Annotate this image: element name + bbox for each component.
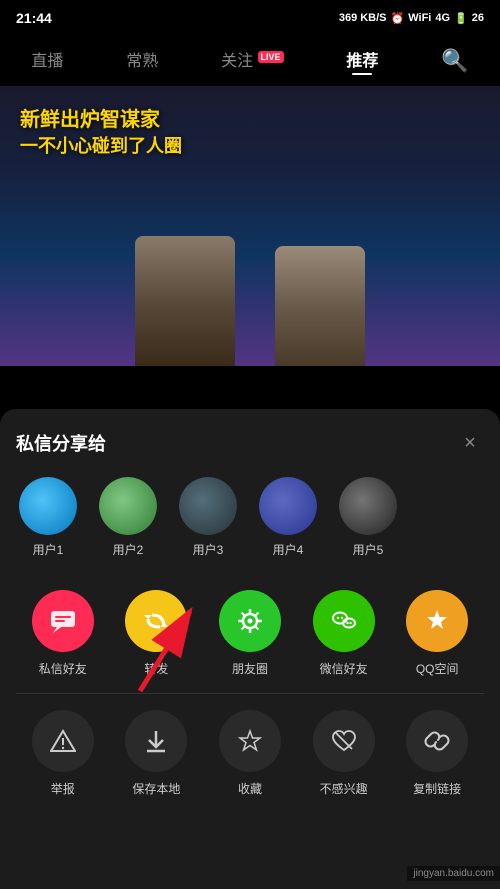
video-title: 新鲜出炉智谋家 一不小心碰到了人圈	[20, 106, 182, 159]
divider	[16, 693, 484, 694]
share-wechat[interactable]: 微信好友	[313, 590, 375, 677]
signal-icon: 4G	[435, 12, 450, 24]
friend-avatar-4	[259, 477, 317, 535]
video-persons	[0, 236, 500, 366]
nav-bar: 直播 常熟 关注 LIVE 推荐 🔍	[0, 36, 500, 86]
qq-space-label: QQ空间	[416, 660, 459, 677]
sheet-header: 私信分享给 ×	[16, 429, 484, 457]
report-label: 举报	[51, 780, 75, 797]
nav-item-recommend[interactable]: 推荐	[346, 47, 378, 75]
friend-name-4: 用户4	[273, 541, 304, 558]
status-right: 369 KB/S ⏰ WiFi 4G 🔋 26	[339, 12, 484, 25]
save-icon	[125, 710, 187, 772]
not-interested-label: 不感兴趣	[320, 780, 368, 797]
battery-icon: 🔋	[454, 12, 468, 25]
nav-item-local[interactable]: 常熟	[126, 47, 158, 75]
battery-level: 26	[472, 12, 484, 24]
friend-item[interactable]: 用户3	[176, 477, 240, 558]
wifi-icon: WiFi	[408, 12, 431, 24]
repost-icon	[125, 590, 187, 652]
friend-item[interactable]: 用户5	[336, 477, 400, 558]
clock-icon: ⏰	[391, 12, 405, 25]
share-private-msg[interactable]: 私信好友	[32, 590, 94, 677]
share-repost[interactable]: 转发	[125, 590, 187, 677]
friend-item[interactable]: 用户2	[96, 477, 160, 558]
moments-icon	[219, 590, 281, 652]
friend-avatar-1	[19, 477, 77, 535]
not-interested-icon	[313, 710, 375, 772]
friend-name-5: 用户5	[353, 541, 384, 558]
copy-link-icon	[406, 710, 468, 772]
action-collect[interactable]: 收藏	[219, 710, 281, 797]
search-button[interactable]: 🔍	[441, 48, 468, 74]
video-background: 新鲜出炉智谋家 一不小心碰到了人圈	[0, 86, 500, 366]
action-copy-link[interactable]: 复制链接	[406, 710, 468, 797]
person-right	[275, 246, 365, 366]
friend-item[interactable]: 用户1	[16, 477, 80, 558]
wechat-label: 微信好友	[320, 660, 368, 677]
private-msg-label: 私信好友	[39, 660, 87, 677]
network-speed: 369 KB/S	[339, 12, 387, 24]
copy-link-label: 复制链接	[413, 780, 461, 797]
action-report[interactable]: 举报	[32, 710, 94, 797]
share-moments[interactable]: 朋友圈	[219, 590, 281, 677]
share-qq-space[interactable]: QQ空间	[406, 590, 468, 677]
repost-label: 转发	[144, 660, 168, 677]
action-options-row: 举报 保存本地 收藏	[16, 710, 484, 797]
moments-label: 朋友圈	[232, 660, 268, 677]
friend-item[interactable]: 用户4	[256, 477, 320, 558]
share-options-row: 私信好友 转发	[16, 590, 484, 677]
bottom-sheet: 私信分享给 × 用户1 用户2 用户3 用户4	[0, 409, 500, 889]
report-icon	[32, 710, 94, 772]
private-msg-icon	[32, 590, 94, 652]
save-label: 保存本地	[132, 780, 180, 797]
action-not-interested[interactable]: 不感兴趣	[313, 710, 375, 797]
status-bar: 21:44 369 KB/S ⏰ WiFi 4G 🔋 26	[0, 0, 500, 36]
watermark: jingyan.baidu.com	[407, 866, 500, 881]
close-button[interactable]: ×	[456, 429, 484, 457]
friend-avatar-5	[339, 477, 397, 535]
friend-avatar-3	[179, 477, 237, 535]
qq-space-icon	[406, 590, 468, 652]
collect-icon	[219, 710, 281, 772]
person-left	[135, 236, 235, 366]
friend-name-2: 用户2	[113, 541, 144, 558]
friends-row: 用户1 用户2 用户3 用户4 用户5	[16, 477, 484, 566]
friend-avatar-2	[99, 477, 157, 535]
status-time: 21:44	[16, 10, 52, 26]
video-area: 新鲜出炉智谋家 一不小心碰到了人圈	[0, 86, 500, 366]
collect-label: 收藏	[238, 780, 262, 797]
wechat-icon	[313, 590, 375, 652]
nav-item-live[interactable]: 直播	[31, 47, 63, 75]
friend-name-1: 用户1	[33, 541, 64, 558]
live-badge: LIVE	[258, 51, 284, 63]
sheet-title: 私信分享给	[16, 430, 106, 456]
action-save[interactable]: 保存本地	[125, 710, 187, 797]
friend-name-3: 用户3	[193, 541, 224, 558]
nav-item-follow[interactable]: 关注 LIVE	[221, 47, 283, 75]
